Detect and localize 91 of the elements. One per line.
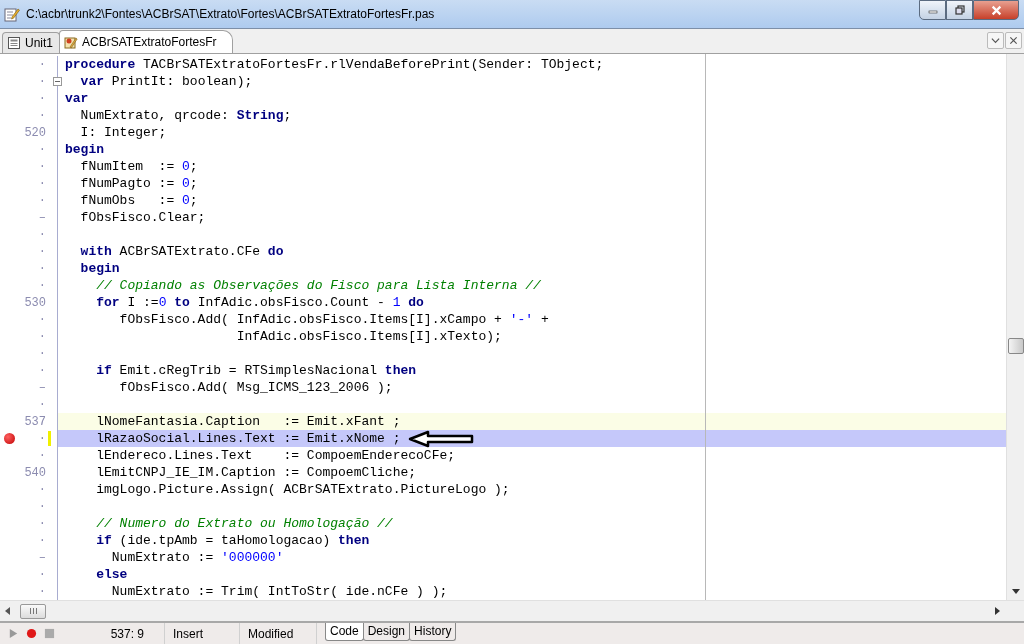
line-number: 530 bbox=[23, 295, 46, 310]
line-number: · bbox=[37, 57, 46, 72]
line-number: – bbox=[37, 380, 46, 395]
close-icon bbox=[990, 4, 1002, 16]
code-line: procedure TACBrSATExtratoFortesFr.rlVendaBeforePrint(Sender: TObject; bbox=[64, 56, 605, 74]
line-number: · bbox=[37, 91, 46, 106]
line-number: 540 bbox=[23, 465, 46, 480]
line-number: · bbox=[37, 482, 46, 497]
code-line: lEndereco.Lines.Text := CompoemEnderecoCFe; bbox=[95, 447, 457, 465]
view-tab[interactable]: Design bbox=[362, 623, 411, 642]
code-line: lEmitCNPJ_IE_IM.Caption := CompoemCliche; bbox=[95, 464, 418, 482]
line-number: · bbox=[37, 159, 46, 174]
chevron-down-icon bbox=[991, 36, 1000, 46]
line-number: · bbox=[37, 397, 46, 412]
line-number: · bbox=[37, 567, 46, 582]
code-line: fNumObs := 0; bbox=[79, 192, 199, 210]
code-line: fObsFisco.Clear; bbox=[79, 209, 207, 227]
minimize-button[interactable] bbox=[919, 0, 946, 20]
code-line: if Emit.cRegTrib = RTSimplesNacional then bbox=[95, 362, 418, 380]
view-tab[interactable]: History bbox=[409, 623, 457, 642]
code-line: else bbox=[95, 566, 129, 584]
code-line: NumExtrato := Trim( IntToStr( ide.nCFe ) ); bbox=[110, 583, 449, 601]
line-number: · bbox=[37, 329, 46, 344]
line-number: – bbox=[37, 210, 46, 225]
line-number: 537 bbox=[23, 414, 46, 429]
scroll-thumb[interactable] bbox=[1008, 338, 1024, 355]
scroll-left-icon[interactable] bbox=[5, 607, 10, 616]
restore-button[interactable] bbox=[946, 0, 973, 20]
vertical-scrollbar[interactable] bbox=[1006, 54, 1024, 601]
code-line: begin bbox=[64, 141, 105, 159]
code-line: InfAdic.obsFisco.Items[I].xTexto); bbox=[235, 328, 503, 346]
modified-state: Modified bbox=[240, 623, 317, 644]
line-number: · bbox=[37, 584, 46, 599]
line-number: · bbox=[37, 312, 46, 327]
scroll-right-icon[interactable] bbox=[995, 607, 1000, 616]
code-line: // Copiando as Observações do Fisco para Lista Interna // bbox=[95, 277, 542, 295]
close-button[interactable] bbox=[973, 0, 1019, 20]
line-number: · bbox=[37, 74, 46, 89]
line-number: · bbox=[37, 227, 46, 242]
tab-list-button[interactable] bbox=[987, 32, 1004, 50]
cursor-position: 537: 9 bbox=[68, 623, 165, 644]
code-line: fObsFisco.Add( Msg_ICMS_123_2006 ); bbox=[118, 379, 394, 397]
horizontal-scrollbar[interactable] bbox=[0, 600, 1024, 622]
line-number: · bbox=[37, 516, 46, 531]
code-line: NumExtrato := '000000' bbox=[110, 549, 285, 567]
code-line: // Numero do Extrato ou Homologação // bbox=[95, 515, 394, 533]
unit-file-icon bbox=[7, 36, 21, 51]
line-number: · bbox=[37, 346, 46, 361]
editor-app-icon bbox=[4, 5, 20, 22]
window-title: C:\acbr\trunk2\Fontes\ACBrSAT\Extrato\Fortes\ACBrSATExtratoFortesFr.pas bbox=[26, 6, 436, 21]
line-number: · bbox=[37, 448, 46, 463]
line-number: · bbox=[37, 108, 46, 123]
code-line: begin bbox=[79, 260, 121, 278]
code-line: with ACBrSATExtrato.CFe do bbox=[79, 243, 285, 261]
line-number: · bbox=[37, 533, 46, 548]
code-line: fNumPagto := 0; bbox=[79, 175, 199, 193]
record-icon[interactable] bbox=[26, 628, 37, 640]
scroll-down-icon[interactable] bbox=[1012, 589, 1020, 595]
line-number: · bbox=[37, 431, 46, 446]
collapse-icon[interactable] bbox=[53, 77, 62, 87]
code-line: if (ide.tpAmb = taHomologacao) then bbox=[95, 532, 371, 550]
file-tab[interactable]: Unit1 bbox=[2, 32, 60, 54]
line-number: · bbox=[37, 244, 46, 259]
code-line: fNumItem := 0; bbox=[79, 158, 199, 176]
line-number: 520 bbox=[23, 125, 46, 140]
close-tab-button[interactable] bbox=[1005, 32, 1022, 50]
form-file-icon bbox=[64, 35, 78, 50]
code-line: fObsFisco.Add( InfAdic.obsFisco.Items[I].xCampo + '-' + bbox=[118, 311, 550, 329]
left-arrow-icon bbox=[408, 429, 475, 448]
insert-mode: Insert bbox=[165, 623, 240, 644]
code-line: NumExtrato, qrcode: String; bbox=[79, 107, 293, 125]
code-line: var PrintIt: boolean); bbox=[79, 73, 254, 91]
file-tab[interactable]: ACBrSATExtratoFortesFr bbox=[59, 30, 234, 54]
grip-icon bbox=[28, 608, 38, 615]
line-number: · bbox=[37, 261, 46, 276]
breakpoint-icon[interactable] bbox=[3, 433, 15, 445]
code-line: imgLogo.Picture.Assign( ACBrSATExtrato.PictureLogo ); bbox=[95, 481, 511, 499]
line-number: – bbox=[37, 550, 46, 565]
line-number: · bbox=[37, 142, 46, 157]
line-number: · bbox=[37, 499, 46, 514]
line-number: · bbox=[37, 363, 46, 378]
close-icon bbox=[1009, 36, 1018, 46]
code-line: for I :=0 to InfAdic.obsFisco.Count - 1 do bbox=[95, 294, 425, 312]
code-line: var bbox=[64, 90, 90, 108]
line-number: · bbox=[37, 176, 46, 191]
restore-icon bbox=[954, 5, 965, 15]
line-number: · bbox=[37, 193, 46, 208]
view-tab[interactable]: Code bbox=[325, 623, 364, 642]
line-number: · bbox=[37, 278, 46, 293]
scroll-thumb[interactable] bbox=[20, 603, 46, 619]
code-line: I: Integer; bbox=[79, 124, 168, 142]
